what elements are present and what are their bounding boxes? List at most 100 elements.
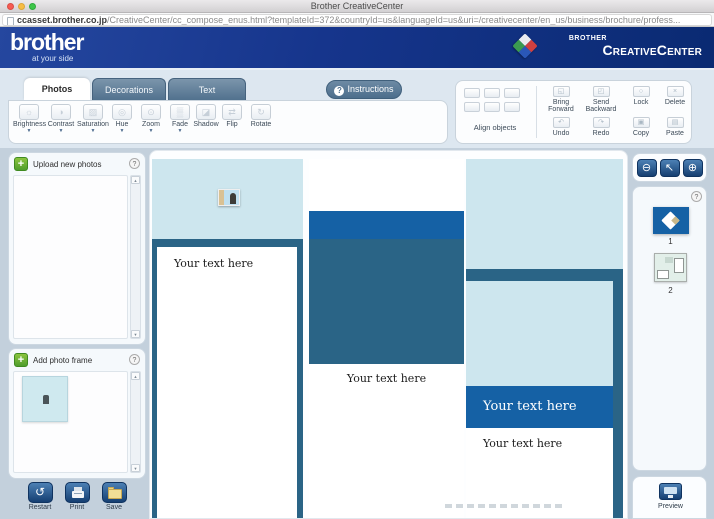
photo-placeholder-icon[interactable] [218,189,240,206]
canvas-zoom-controls: ⊖ ↖ ⊕ [632,153,707,182]
save-action[interactable]: Save [99,482,129,519]
chevron-down-icon[interactable]: ▼ [167,128,193,134]
zoom-out-icon: ⊖ [642,162,651,174]
bring-forward-button[interactable]: ◱ Bring Forward [542,86,580,113]
copy-icon[interactable]: ▣ [633,117,650,128]
zoom-icon[interactable]: ⊙ [141,104,161,120]
photos-scrollbar[interactable]: ▲ ▼ [130,175,141,339]
chevron-down-icon[interactable]: ▼ [77,128,109,134]
uploaded-photos-list[interactable] [13,175,128,339]
restart-icon[interactable]: ↺ [28,482,53,503]
scroll-down-icon[interactable]: ▼ [131,330,140,338]
flip-icon[interactable]: ⇄ [222,104,242,120]
delete-icon[interactable]: × [667,86,684,97]
copy-button[interactable]: ▣ Copy [622,117,660,137]
photo-area-right-bottom[interactable] [466,281,613,386]
lock-button[interactable]: ○ Lock [622,86,660,106]
pointer-tool-button[interactable]: ↖ [660,159,680,177]
url-path: /CreativeCenter/cc_compose_enus.html?tem… [107,15,680,25]
left-text-block[interactable]: Your text here [157,247,297,519]
tab-photos[interactable]: Photos [24,78,90,100]
align-top-button[interactable] [464,102,480,112]
photo-area-right-top[interactable] [466,159,623,269]
redo-icon[interactable]: ↷ [593,117,610,128]
saturation-icon[interactable]: ▨ [83,104,103,120]
chevron-down-icon[interactable]: ▼ [109,128,135,134]
brightness-tool[interactable]: ☼ Brightness ▼ [13,104,45,143]
bring-forward-icon[interactable]: ◱ [553,86,570,97]
brightness-icon[interactable]: ☼ [19,104,39,120]
shadow-icon[interactable]: ◪ [196,104,216,120]
help-icon[interactable]: ? [129,158,140,169]
chevron-down-icon[interactable]: ▼ [13,128,45,134]
address-bar[interactable]: ccasset.brother.co.jp/CreativeCenter/cc_… [2,14,712,26]
undo-button[interactable]: ↶ Undo [542,117,580,137]
redo-button[interactable]: ↷ Redo [582,117,620,137]
preview-monitor-icon[interactable] [659,483,682,500]
frames-scrollbar[interactable]: ▲ ▼ [130,371,141,473]
page-1-thumbnail[interactable] [653,207,689,234]
rotate-tool[interactable]: ↻ Rotate [245,104,277,143]
brand-header: brother at your side BROTHER CreativeCen… [0,27,714,70]
align-middle-button[interactable] [484,102,500,112]
text-placeholder[interactable]: Your text here [309,372,464,385]
hue-icon[interactable]: ◎ [112,104,132,120]
photo-frame-thumbnail[interactable] [22,376,68,422]
undo-icon[interactable]: ↶ [553,117,570,128]
contrast-icon[interactable]: ◑ [51,104,71,120]
flip-tool[interactable]: ⇄ Flip [219,104,245,143]
send-backward-button[interactable]: ◰ Send Backward [582,86,620,113]
chevron-down-icon[interactable]: ▼ [45,128,77,134]
shadow-tool[interactable]: ◪ Shadow [193,104,219,143]
print-icon[interactable] [65,482,90,503]
delete-button[interactable]: × Delete [656,86,694,106]
tab-text[interactable]: Text [168,78,246,100]
scroll-up-icon[interactable]: ▲ [131,372,140,380]
zoom-out-button[interactable]: ⊖ [637,159,657,177]
print-action[interactable]: Print [62,482,92,519]
paste-icon[interactable]: ▤ [667,117,684,128]
scroll-down-icon[interactable]: ▼ [131,464,140,472]
add-icon[interactable]: + [14,353,28,367]
save-icon[interactable] [102,482,127,503]
saturation-tool[interactable]: ▨ Saturation ▼ [77,104,109,143]
help-icon[interactable]: ? [129,354,140,365]
text-placeholder[interactable]: Your text here [174,257,253,270]
instructions-button[interactable]: ?Instructions [326,80,402,99]
save-label: Save [99,504,129,511]
restart-action[interactable]: ↺ Restart [25,482,55,519]
upload-new-photos-label: Upload new photos [33,160,102,169]
tool-strip: Photos Decorations Text ?Instructions ☼ … [0,70,714,148]
page-2-thumbnail[interactable] [654,253,687,282]
chevron-down-icon[interactable]: ▼ [135,128,167,134]
align-center-button[interactable] [484,88,500,98]
upload-panel-header: + Upload new photos ? [14,157,140,172]
contrast-tool[interactable]: ◑ Contrast ▼ [45,104,77,143]
fade-icon[interactable]: ▒ [170,104,190,120]
design-canvas[interactable]: Your text here Your text here Your text … [149,150,628,519]
middle-panel-teal-block[interactable] [309,239,464,364]
tab-decorations[interactable]: Decorations [92,78,166,100]
zoom-tool[interactable]: ⊙ Zoom ▼ [135,104,167,143]
preview-label: Preview [633,503,708,510]
middle-panel-blue-band[interactable] [309,211,464,239]
zoom-in-button[interactable]: ⊕ [683,159,703,177]
help-icon[interactable]: ? [691,191,702,202]
hue-tool[interactable]: ◎ Hue ▼ [109,104,135,143]
align-left-button[interactable] [464,88,480,98]
lock-icon[interactable]: ○ [633,86,650,97]
scroll-up-icon[interactable]: ▲ [131,176,140,184]
photo-area-left[interactable] [152,159,303,239]
align-right-button[interactable] [504,88,520,98]
add-icon[interactable]: + [14,157,28,171]
restart-label: Restart [25,504,55,511]
frames-list[interactable] [13,371,128,473]
align-bottom-button[interactable] [504,102,520,112]
text-placeholder[interactable]: Your text here [466,386,613,428]
brand-name-top: BROTHER [569,35,607,42]
send-backward-icon[interactable]: ◰ [593,86,610,97]
fade-tool[interactable]: ▒ Fade ▼ [167,104,193,143]
rotate-icon[interactable]: ↻ [251,104,271,120]
paste-button[interactable]: ▤ Paste [656,117,694,137]
titlebar: Brother CreativeCenter [0,0,714,13]
